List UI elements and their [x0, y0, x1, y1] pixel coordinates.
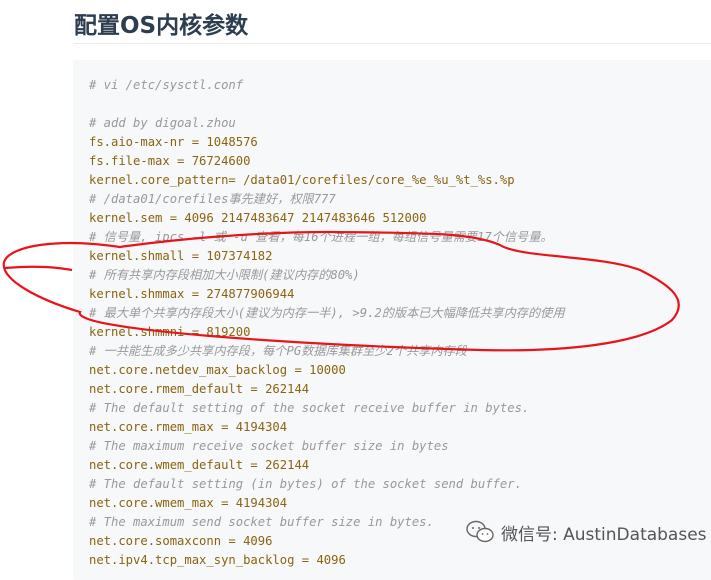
code-comment-line: # 最大单个共享内存段大小(建议为内存一半), >9.2的版本已大幅降低共享内存…	[89, 306, 565, 320]
heading-divider	[74, 43, 711, 44]
watermark-text: 微信号: AustinDatabases	[501, 524, 707, 545]
code-comment-line: # 一共能生成多少共享内存段，每个PG数据库集群至少2个共享内存段	[89, 344, 467, 358]
code-lines: # vi /etc/sysctl.conf # add by digoal.zho…	[89, 76, 565, 570]
code-setting-line: fs.file-max = 76724600	[89, 154, 251, 168]
code-comment-line: # add by digoal.zhou	[89, 116, 236, 130]
wechat-icon	[466, 520, 494, 543]
code-setting-line: kernel.core_pattern= /data01/corefiles/c…	[89, 173, 515, 187]
code-comment-line: # The maximum receive socket buffer size…	[89, 439, 449, 453]
code-comment-line: # 信号量, ipcs -l 或 -u 查看，每16个进程一组，每组信号量需要1…	[89, 230, 553, 244]
code-comment-line: # 所有共享内存段相加大小限制(建议内存的80%)	[89, 268, 360, 282]
watermark: 微信号: AustinDatabases	[465, 519, 707, 545]
code-setting-line: kernel.shmall = 107374182	[89, 249, 273, 263]
code-setting-line: net.core.wmem_max = 4194304	[89, 496, 288, 510]
code-setting-line: net.ipv4.tcp_max_syn_backlog = 4096	[89, 553, 346, 567]
code-setting-line: net.core.rmem_default = 262144	[89, 382, 310, 396]
code-comment-line: # /data01/corefiles事先建好，权限777	[89, 192, 336, 206]
code-setting-line: kernel.sem = 4096 2147483647 2147483646 …	[89, 211, 427, 225]
code-setting-line: net.core.wmem_default = 262144	[89, 458, 310, 472]
code-comment-line: # The default setting of the socket rece…	[89, 401, 530, 415]
code-setting-line: net.core.netdev_max_backlog = 10000	[89, 363, 346, 377]
code-comment-line: # vi /etc/sysctl.conf	[89, 78, 244, 92]
section-heading: 配置OS内核参数	[74, 13, 249, 39]
code-setting-line: kernel.shmmni = 819200	[89, 325, 251, 339]
code-setting-line: net.core.rmem_max = 4194304	[89, 420, 288, 434]
code-setting-line: fs.aio-max-nr = 1048576	[89, 135, 258, 149]
code-comment-line: # The default setting (in bytes) of the …	[89, 477, 522, 491]
code-setting-line: kernel.shmmax = 274877906944	[89, 287, 295, 301]
